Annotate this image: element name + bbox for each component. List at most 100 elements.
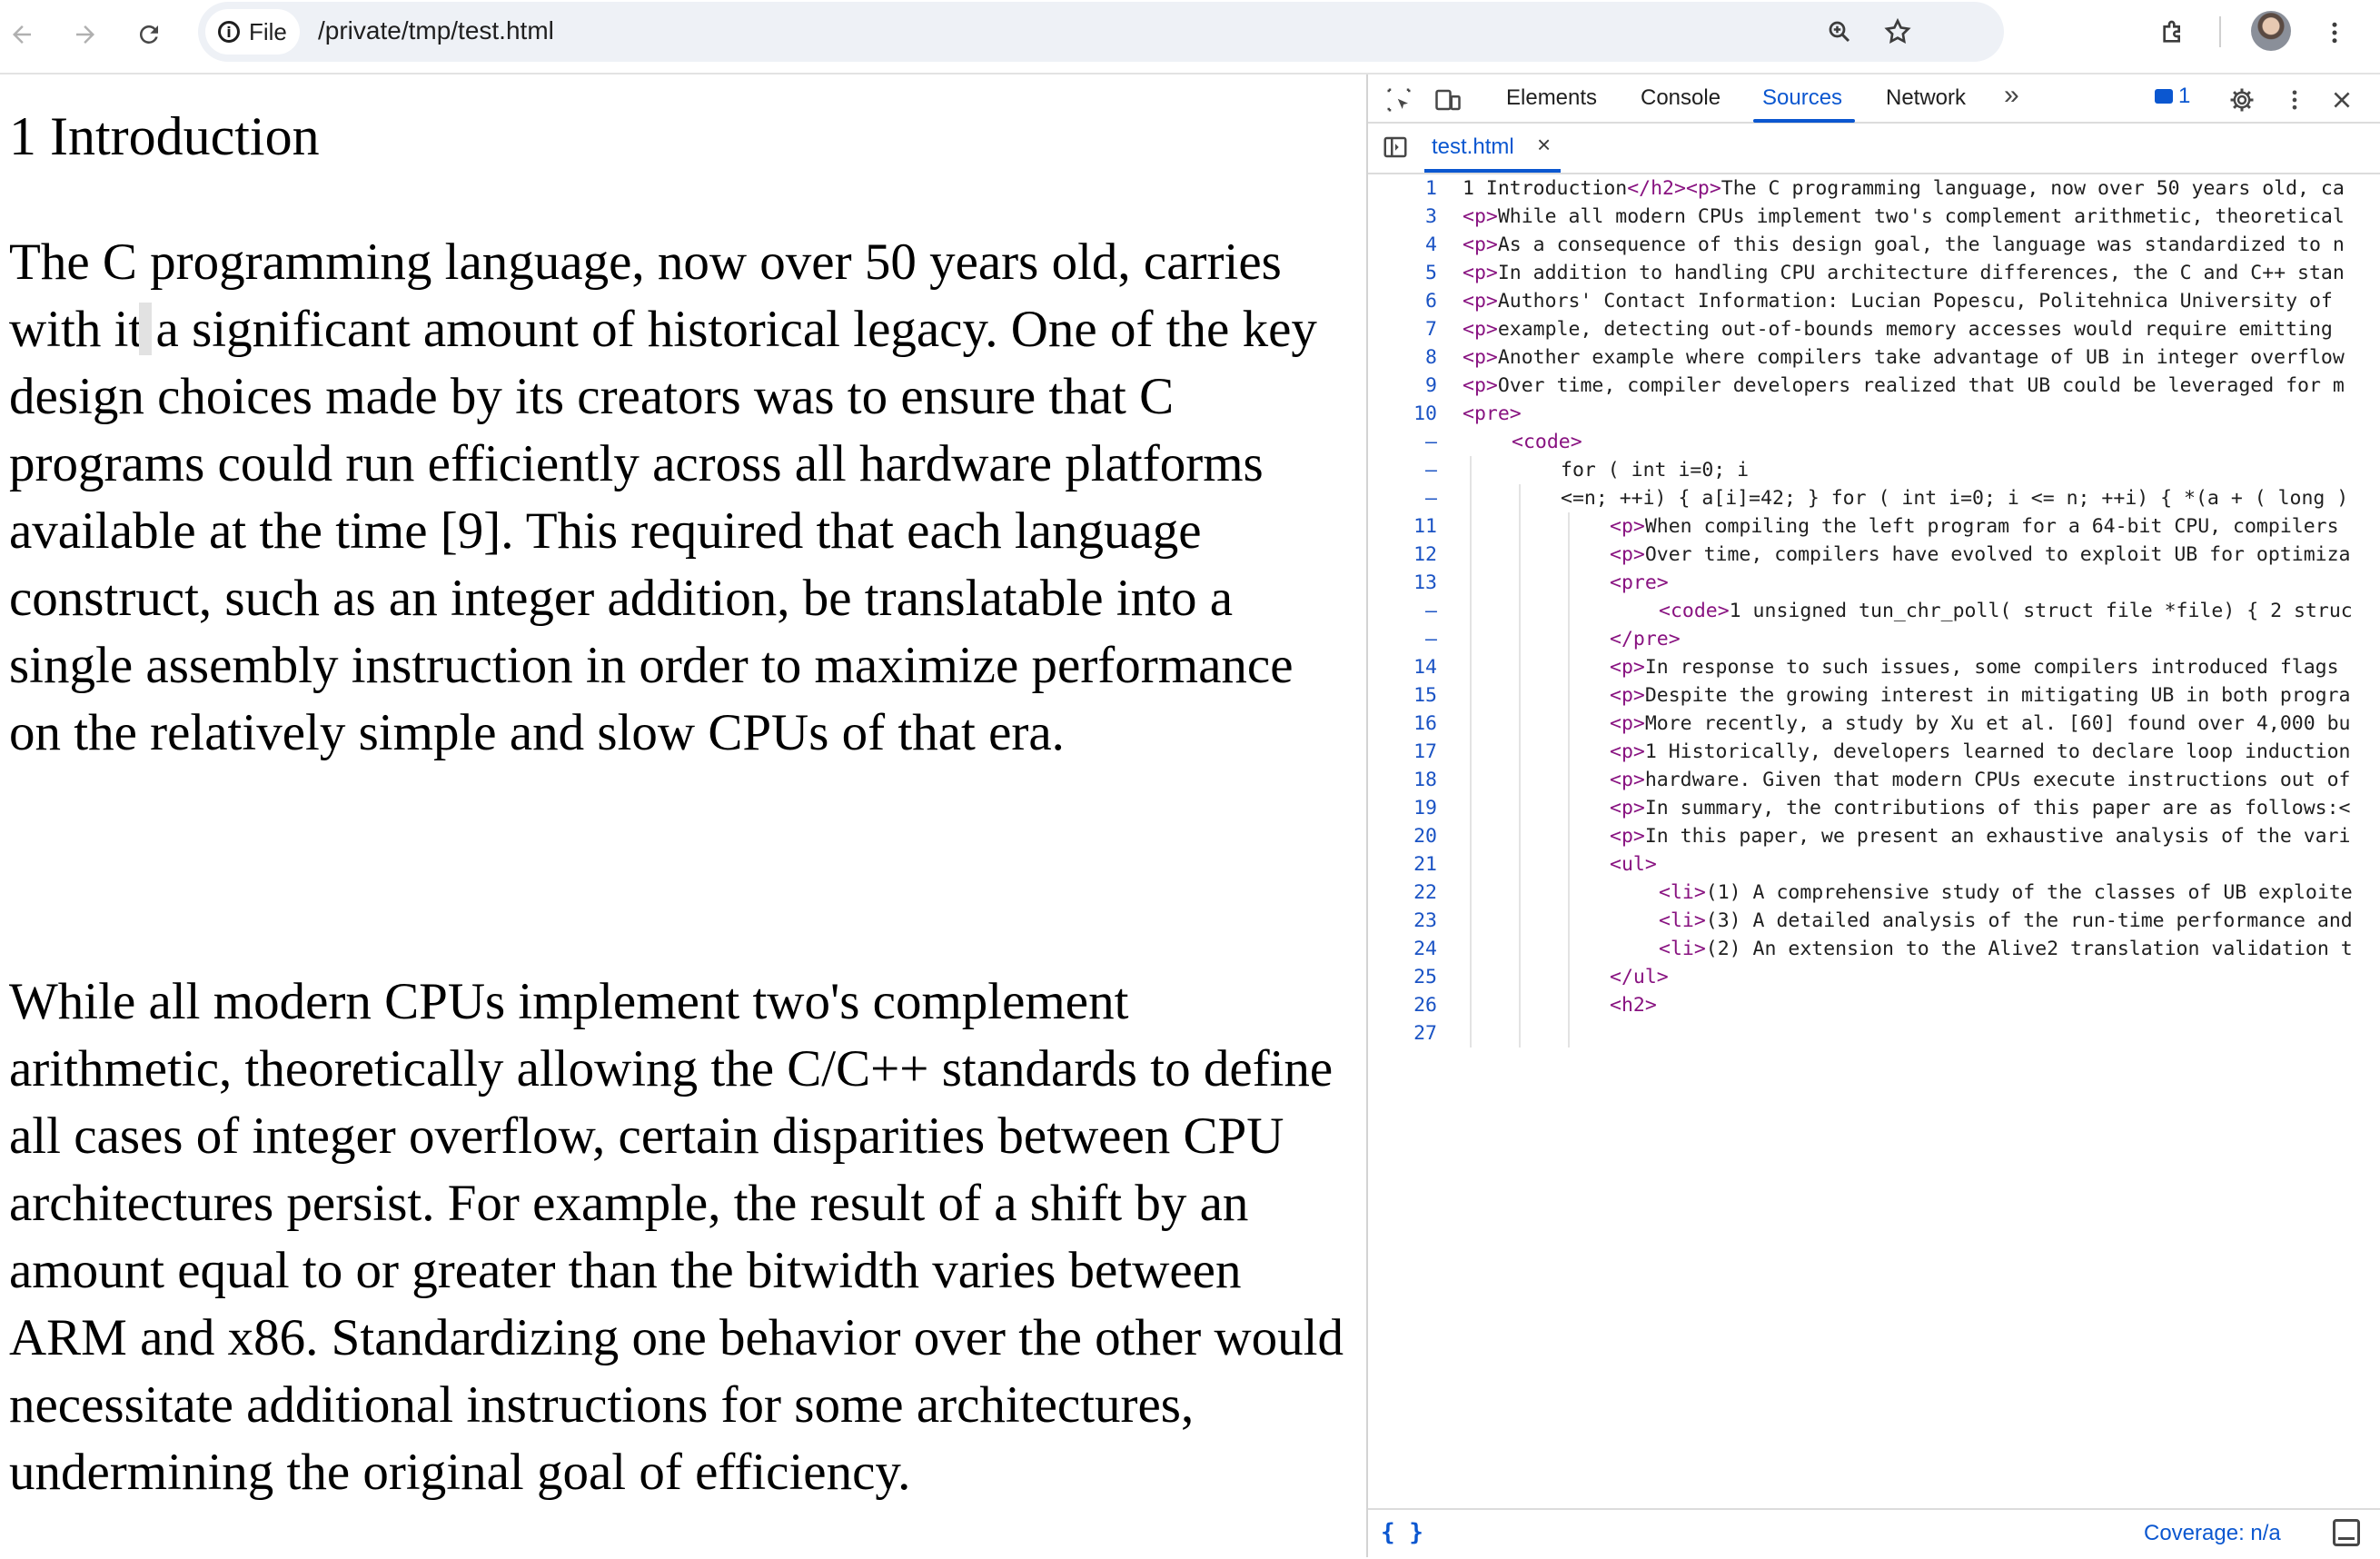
code-line: 27 bbox=[1368, 1019, 2380, 1048]
issues-button[interactable]: 1 bbox=[2155, 84, 2190, 109]
code-line: 4 <p>As a consequence of this design goal… bbox=[1368, 231, 2380, 259]
zoom-icon bbox=[1829, 21, 1850, 43]
code-line: 26 <h2> bbox=[1368, 991, 2380, 1019]
code-text: <li>(3) A detailed analysis of the run-t… bbox=[1659, 909, 2353, 932]
line-number: 18 bbox=[1413, 769, 1437, 791]
device-toolbar-button[interactable] bbox=[1430, 82, 1466, 118]
code-text: <p>As a consequence of this design goal,… bbox=[1463, 233, 2345, 256]
line-number: – bbox=[1425, 459, 1437, 482]
code-text: <p>In this paper, we present an exhausti… bbox=[1610, 825, 2351, 848]
browser-menu-button[interactable] bbox=[2311, 9, 2358, 56]
star-icon bbox=[1884, 17, 1911, 44]
code-line: 14 <p>In response to such issues, some co… bbox=[1368, 653, 2380, 681]
code-line: 10 <pre> bbox=[1368, 400, 2380, 428]
code-line: 12 <p>Over time, compilers have evolved t… bbox=[1368, 541, 2380, 569]
line-number: 8 bbox=[1425, 346, 1437, 369]
reload-button[interactable] bbox=[127, 13, 171, 56]
close-devtools-button[interactable] bbox=[2324, 82, 2360, 118]
paragraph-2: While all modern CPUs implement two's co… bbox=[9, 973, 1344, 1501]
code-line: 21 <ul> bbox=[1368, 850, 2380, 879]
address-bar[interactable]: i File /private/tmp/test.html bbox=[198, 2, 2004, 62]
forward-button[interactable] bbox=[64, 13, 107, 56]
drawer-toggle-icon[interactable] bbox=[2333, 1519, 2360, 1546]
bookmark-button[interactable] bbox=[1877, 11, 1919, 53]
code-text: </ul> bbox=[1610, 966, 1669, 988]
zoom-button[interactable] bbox=[1819, 11, 1860, 53]
code-line: – <code>1 unsigned tun_chr_poll( struct f… bbox=[1368, 597, 2380, 625]
more-tabs-button[interactable]: » bbox=[2004, 80, 2019, 111]
line-number: 24 bbox=[1413, 938, 1437, 960]
extensions-button[interactable] bbox=[2149, 9, 2197, 56]
code-text: <li>(1) A comprehensive study of the cla… bbox=[1659, 881, 2353, 904]
line-number: 19 bbox=[1413, 797, 1437, 819]
code-line: 20 <p>In this paper, we present an exhaus… bbox=[1368, 822, 2380, 850]
line-number: 12 bbox=[1413, 543, 1437, 566]
line-number: 15 bbox=[1413, 684, 1437, 707]
site-info-chip[interactable]: i File bbox=[205, 9, 300, 55]
code-line: – for ( int i=0; i bbox=[1368, 456, 2380, 484]
code-line: 22 <li>(1) A comprehensive study of the c… bbox=[1368, 879, 2380, 907]
line-number: – bbox=[1425, 600, 1437, 622]
line-number: 4 bbox=[1425, 233, 1437, 256]
file-tab-test-html[interactable]: test.html bbox=[1432, 134, 1514, 160]
gear-icon bbox=[2230, 88, 2254, 112]
pretty-print-button[interactable]: { } bbox=[1381, 1519, 1423, 1546]
code-line: – <code> bbox=[1368, 428, 2380, 456]
settings-button[interactable] bbox=[2224, 82, 2260, 118]
tab-console[interactable]: Console bbox=[1641, 85, 1721, 111]
code-line: 15 <p>Despite the growing interest in mit… bbox=[1368, 681, 2380, 710]
active-tab-indicator bbox=[1753, 119, 1855, 123]
code-text: <p>Authors' Contact Information: Lucian … bbox=[1463, 290, 2333, 313]
line-number: 13 bbox=[1413, 571, 1437, 594]
code-text: <p>Despite the growing interest in mitig… bbox=[1610, 684, 2351, 707]
line-number: 10 bbox=[1413, 402, 1437, 425]
line-number: 21 bbox=[1413, 853, 1437, 876]
code-text: for ( int i=0; i bbox=[1561, 459, 1750, 482]
tab-sources[interactable]: Sources bbox=[1762, 85, 1842, 111]
puzzle-icon bbox=[2163, 20, 2180, 43]
page-viewport: 1 Introduction The C programming languag… bbox=[0, 74, 1366, 1557]
code-text: <h2> bbox=[1610, 994, 1657, 1017]
code-line: 18 <p>hardware. Given that modern CPUs ex… bbox=[1368, 766, 2380, 794]
code-line: 25 </ul> bbox=[1368, 963, 2380, 991]
devtools-menu-button[interactable] bbox=[2276, 82, 2313, 118]
code-text: <p>hardware. Given that modern CPUs exec… bbox=[1610, 769, 2351, 791]
line-number: 14 bbox=[1413, 656, 1437, 679]
back-button[interactable] bbox=[0, 13, 44, 56]
toggle-navigator-button[interactable] bbox=[1377, 129, 1413, 165]
code-line: 11 <p>When compiling the left program for… bbox=[1368, 512, 2380, 541]
profile-avatar[interactable] bbox=[2251, 11, 2291, 51]
code-text: <li>(2) An extension to the Alive2 trans… bbox=[1659, 938, 2353, 960]
line-number: 3 bbox=[1425, 205, 1437, 228]
code-text: </pre> bbox=[1610, 628, 1681, 650]
code-text: <p>In summary, the contributions of this… bbox=[1610, 797, 2351, 819]
inspect-element-button[interactable] bbox=[1381, 82, 1417, 118]
line-number: 6 bbox=[1425, 290, 1437, 313]
devtools-panel: Elements Console Sources Network » 1 tes… bbox=[1366, 74, 2380, 1559]
code-text: <p>Over time, compilers have evolved to … bbox=[1610, 543, 2351, 566]
code-line: 1 1 Introduction</h2><p>The C programming… bbox=[1368, 174, 2380, 203]
sidebar-toggle-icon bbox=[1383, 136, 1407, 158]
line-number: 27 bbox=[1413, 1022, 1437, 1045]
reload-icon bbox=[139, 25, 158, 44]
code-line: 6 <p>Authors' Contact Information: Lucian… bbox=[1368, 287, 2380, 315]
code-text: <p>Over time, compiler developers realiz… bbox=[1463, 374, 2345, 397]
arrow-right-icon bbox=[76, 25, 94, 44]
line-number: 7 bbox=[1425, 318, 1437, 341]
tab-elements[interactable]: Elements bbox=[1506, 85, 1597, 111]
code-line: 9 <p>Over time, compiler developers reali… bbox=[1368, 372, 2380, 400]
inspect-icon bbox=[1387, 88, 1411, 112]
code-text: <p>When compiling the left program for a… bbox=[1610, 515, 2339, 538]
close-file-tab-icon[interactable]: × bbox=[1537, 131, 1551, 159]
close-icon bbox=[2334, 92, 2350, 108]
code-line: 13 <pre> bbox=[1368, 569, 2380, 597]
url-text[interactable]: /private/tmp/test.html bbox=[318, 16, 554, 45]
tab-network[interactable]: Network bbox=[1886, 85, 1966, 111]
code-editor[interactable]: 1 1 Introduction</h2><p>The C programming… bbox=[1368, 174, 2380, 1492]
line-number: 20 bbox=[1413, 825, 1437, 848]
code-line: 17 <p>1 Historically, developers learned … bbox=[1368, 738, 2380, 766]
device-icon bbox=[1435, 89, 1461, 111]
line-number: 17 bbox=[1413, 740, 1437, 763]
paragraph-1-end: a significant amount of historical legac… bbox=[9, 301, 1317, 761]
code-text: <p>In response to such issues, some comp… bbox=[1610, 656, 2339, 679]
